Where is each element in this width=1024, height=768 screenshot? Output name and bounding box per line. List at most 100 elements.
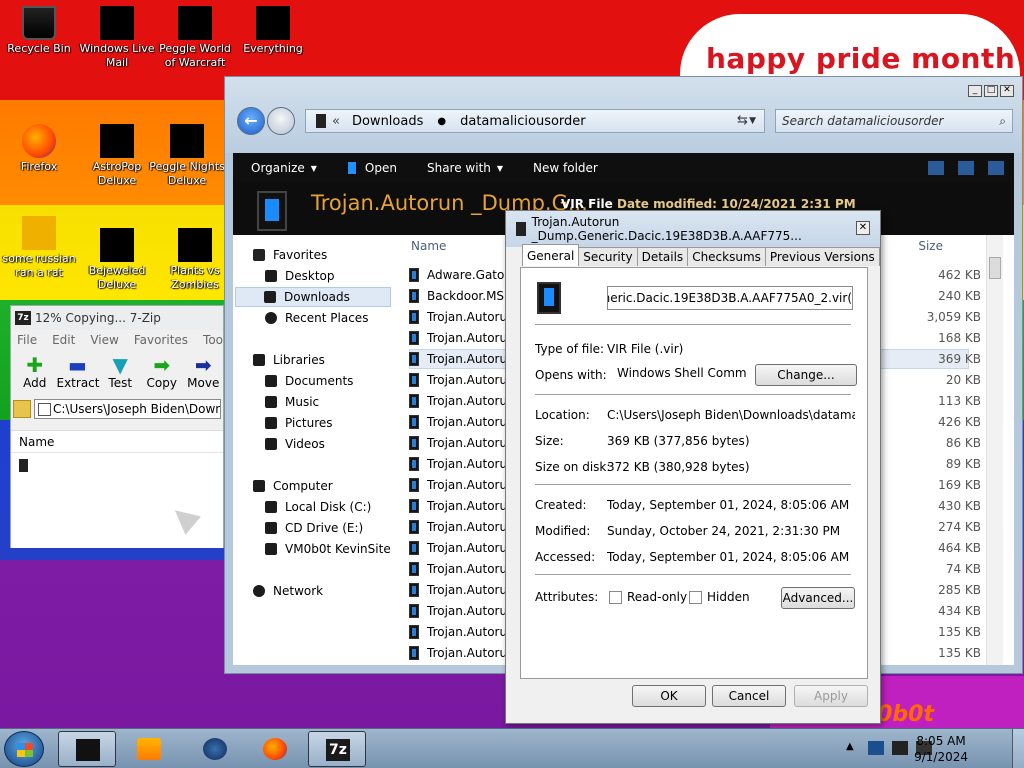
sevenzip-path-input[interactable]: C:\Users\Joseph Biden\Down — [34, 399, 221, 419]
nav-favorites[interactable]: Favorites — [253, 245, 327, 265]
file-row[interactable]: Trojan.Autoru — [409, 433, 507, 453]
nav-recent-places[interactable]: Recent Places — [265, 308, 368, 328]
scrollbar-thumb[interactable] — [989, 257, 1001, 279]
new-folder-button[interactable]: New folder — [533, 161, 598, 175]
test-button[interactable]: ▼ Test — [101, 350, 141, 396]
desktop-icon-everything[interactable]: Everything — [234, 6, 312, 56]
add-button[interactable]: ✚ Add — [15, 350, 55, 396]
desktop-icon-firefox[interactable]: Firefox — [0, 124, 78, 174]
desktop-icon-windows-live-mail[interactable]: Windows Live Mail — [78, 6, 156, 70]
file-row[interactable]: Trojan.Autoru — [409, 496, 507, 516]
file-row[interactable]: Trojan.Autoru — [409, 475, 507, 495]
minimize-button[interactable]: _ — [968, 85, 982, 97]
file-row[interactable]: Trojan.Autoru — [409, 601, 507, 621]
nav-computer[interactable]: Computer — [253, 476, 333, 496]
refresh-icon[interactable]: ⇆ — [737, 113, 748, 128]
nav-downloads[interactable]: Downloads — [235, 287, 391, 307]
organize-button[interactable]: Organize ▼ — [251, 161, 317, 175]
nav-pictures[interactable]: Pictures — [265, 413, 333, 433]
properties-titlebar[interactable]: Trojan.Autorun _Dump.Generic.Dacic.19E38… — [506, 211, 880, 247]
file-row[interactable]: Trojan.Autoru — [409, 391, 507, 411]
shield-icon[interactable] — [868, 741, 884, 755]
nav-network[interactable]: Network — [253, 581, 323, 601]
breadcrumb-datamaliciousorder[interactable]: datamaliciousorder — [460, 114, 586, 129]
nav-videos[interactable]: Videos — [265, 434, 325, 454]
menu-favorites[interactable]: Favorites — [134, 333, 188, 347]
help-icon[interactable] — [988, 161, 1004, 175]
tab-security[interactable]: Security — [578, 247, 638, 266]
desktop-icon-bejeweled[interactable]: Bejeweled Deluxe — [78, 228, 156, 292]
file-row[interactable]: Trojan.Autoru — [409, 517, 507, 537]
file-row[interactable]: Trojan.Autoru — [409, 622, 507, 642]
back-button[interactable]: ← — [237, 107, 265, 135]
hidden-checkbox[interactable] — [689, 591, 702, 604]
file-row[interactable]: Trojan.Autoru — [409, 370, 507, 390]
file-row[interactable]: Backdoor.MSIL — [409, 286, 514, 306]
menu-edit[interactable]: Edit — [52, 333, 75, 347]
read-only-checkbox[interactable] — [609, 591, 622, 604]
nav-desktop[interactable]: Desktop — [265, 266, 335, 286]
desktop-icon-russian-rat[interactable]: some russian ran a rat — [0, 216, 78, 280]
network-icon[interactable] — [892, 741, 908, 755]
move-button[interactable]: ➡ Move — [184, 350, 224, 396]
maximize-button[interactable]: □ — [984, 85, 998, 97]
breadcrumb-separator-icon[interactable]: ● — [437, 116, 446, 127]
nav-music[interactable]: Music — [265, 392, 319, 412]
file-row[interactable]: Trojan.Autoru — [409, 643, 507, 663]
taskbar-media-player[interactable] — [120, 731, 178, 767]
search-icon[interactable]: ⌕ — [999, 110, 1006, 132]
view-options-icon[interactable] — [928, 161, 944, 175]
show-desktop-button[interactable] — [1012, 729, 1024, 768]
menu-view[interactable]: View — [90, 333, 118, 347]
file-row[interactable]: Adware.Gator — [409, 265, 509, 285]
column-header-name[interactable]: Name — [411, 239, 446, 253]
ok-button[interactable]: OK — [632, 685, 706, 707]
menu-file[interactable]: File — [17, 333, 37, 347]
breadcrumb-downloads[interactable]: Downloads — [352, 114, 423, 129]
start-button[interactable] — [4, 731, 44, 767]
chevron-up-icon[interactable]: ▲ — [846, 741, 854, 752]
desktop-icon-recycle-bin[interactable]: Recycle Bin — [0, 6, 78, 56]
column-name-header[interactable]: Name — [11, 431, 223, 453]
column-header-size[interactable]: Size — [918, 239, 943, 253]
advanced-button[interactable]: Advanced... — [781, 587, 855, 609]
clock[interactable]: 8:05 AM 9/1/2024 — [914, 733, 968, 765]
chevron-down-icon[interactable]: ▼ — [749, 116, 756, 126]
nav-network-drive[interactable]: VM0b0t KevinSite — [265, 539, 391, 559]
sevenzip-file-list[interactable]: Name — [11, 430, 223, 548]
copy-button[interactable]: ➡ Copy — [142, 350, 182, 396]
apply-button[interactable]: Apply — [794, 685, 868, 707]
tab-checksums[interactable]: Checksums — [687, 247, 766, 266]
hidden-label[interactable]: Hidden — [707, 590, 750, 604]
nav-local-disk[interactable]: Local Disk (C:) — [265, 497, 371, 517]
desktop-icon-peggle-nights[interactable]: Peggle Nights Deluxe — [148, 124, 226, 188]
file-row[interactable]: Trojan.Autoru — [409, 349, 507, 369]
cancel-button[interactable]: Cancel — [712, 685, 786, 707]
extract-button[interactable]: ▬ Extract — [57, 350, 100, 396]
file-row[interactable]: Trojan.Autoru — [409, 412, 507, 432]
search-input[interactable]: Search datamaliciousorder ⌕ — [775, 109, 1013, 133]
file-row[interactable]: Trojan.Autoru — [409, 559, 507, 579]
folder-up-icon[interactable] — [13, 400, 31, 418]
nav-documents[interactable]: Documents — [265, 371, 353, 391]
open-button[interactable]: Open — [346, 161, 397, 175]
forward-button[interactable] — [267, 107, 295, 135]
desktop-icon-peggle-wow[interactable]: Peggle World of Warcraft — [156, 6, 234, 70]
file-row[interactable]: Trojan.Autoru — [409, 580, 507, 600]
taskbar-7zip[interactable]: 7z — [308, 731, 366, 767]
file-row[interactable]: Trojan.Autoru — [409, 538, 507, 558]
address-bar[interactable]: « Downloads ● datamaliciousorder ▼ — [305, 109, 765, 133]
nav-libraries[interactable]: Libraries — [253, 350, 325, 370]
taskbar-ie[interactable] — [186, 731, 244, 767]
filename-field[interactable]: )ump.Generic.Dacic.19E38D3B.A.AAF775A0_2… — [607, 286, 853, 310]
chevron-icon[interactable]: « — [332, 114, 340, 129]
desktop-icon-astropop[interactable]: AstroPop Deluxe — [78, 124, 156, 188]
close-icon[interactable]: ✕ — [856, 221, 870, 235]
tab-previous-versions[interactable]: Previous Versions — [764, 247, 880, 266]
preview-pane-icon[interactable] — [958, 161, 974, 175]
tab-general[interactable]: General — [522, 244, 580, 266]
tab-details[interactable]: Details — [636, 247, 689, 266]
file-row[interactable]: Trojan.Autoru — [409, 307, 507, 327]
vertical-scrollbar[interactable] — [986, 235, 1003, 665]
share-with-button[interactable]: Share with ▼ — [427, 161, 503, 175]
